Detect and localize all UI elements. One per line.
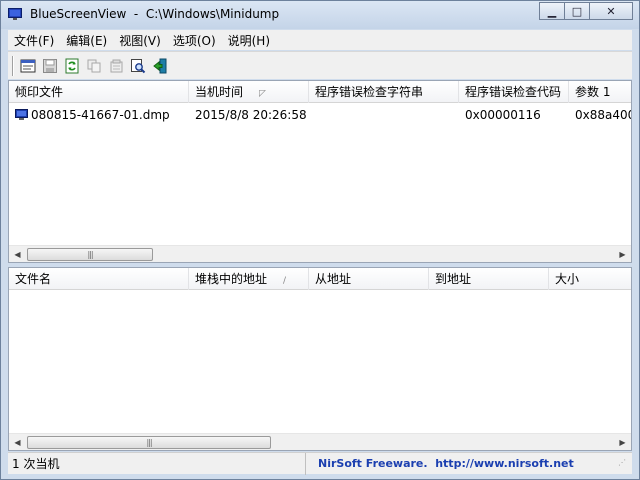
scroll-left-button[interactable]: ◀: [9, 434, 26, 450]
column-address-in-stack[interactable]: 堆栈中的地址 /: [189, 268, 309, 290]
toolbar: [8, 51, 632, 79]
html-report-button[interactable]: [17, 55, 39, 77]
properties-button[interactable]: [105, 55, 127, 77]
find-button[interactable]: [127, 55, 149, 77]
refresh-button[interactable]: [61, 55, 83, 77]
arrow-left-icon: ◀: [14, 438, 21, 447]
minimize-icon: ▁: [547, 4, 557, 18]
scrollbar-thumb[interactable]: |||: [27, 436, 271, 449]
properties-icon: [110, 59, 123, 72]
maximize-icon: □: [571, 4, 583, 18]
close-button[interactable]: ✕: [589, 2, 633, 20]
column-from-address[interactable]: 从地址: [309, 268, 429, 290]
crash-list-header: 倾印文件 当机时间 ◸ 程序错误检查字符串 程序错误检查代码 参数 1: [9, 81, 631, 103]
grip-icon: |||: [146, 438, 152, 447]
status-bar: 1 次当机 NirSoft Freeware. http://www.nirso…: [8, 452, 632, 475]
column-to-address[interactable]: 到地址: [429, 268, 549, 290]
table-row[interactable]: 080815-41667-01.dmp 2015/8/8 20:26:58 0x…: [9, 105, 631, 125]
exit-icon: [153, 58, 167, 73]
refresh-icon: [65, 58, 79, 73]
toolbar-grip: [12, 55, 14, 76]
exit-button[interactable]: [149, 55, 171, 77]
column-filename[interactable]: 文件名: [9, 268, 189, 290]
window-controls: ▁ □ ✕: [539, 2, 633, 20]
column-bug-check-string[interactable]: 程序错误检查字符串: [309, 81, 459, 103]
scroll-right-button[interactable]: ▶: [614, 434, 631, 450]
nirsoft-link[interactable]: NirSoft Freeware. http://www.nirsoft.net: [318, 453, 574, 475]
window-title: BlueScreenView - C:\Windows\Minidump: [30, 7, 280, 21]
scroll-left-button[interactable]: ◀: [9, 246, 26, 262]
column-dump-file[interactable]: 倾印文件: [9, 81, 189, 103]
menu-bar: 文件(F) 编辑(E) 视图(V) 选项(O) 说明(H): [8, 30, 632, 50]
title-bar[interactable]: BlueScreenView - C:\Windows\Minidump ▁ □…: [1, 1, 639, 29]
save-icon: [43, 58, 57, 73]
crash-list-pane[interactable]: 倾印文件 当机时间 ◸ 程序错误检查字符串 程序错误检查代码 参数 1 08081…: [8, 80, 632, 263]
html-report-icon: [20, 59, 36, 72]
column-parameter-1[interactable]: 参数 1: [569, 81, 631, 103]
cell-bug-check-code: 0x00000116: [465, 108, 541, 122]
bluescreen-app-icon: [8, 8, 22, 20]
dump-file-icon: [15, 109, 28, 120]
cell-crash-time: 2015/8/8 20:26:58: [195, 108, 307, 122]
arrow-right-icon: ▶: [619, 250, 626, 259]
scroll-right-button[interactable]: ▶: [614, 246, 631, 262]
copy-icon: [87, 59, 101, 72]
find-icon: [131, 58, 146, 73]
resize-grip-icon[interactable]: ⋰: [618, 459, 630, 472]
menu-file[interactable]: 文件(F): [8, 32, 60, 49]
crash-count-status: 1 次当机: [10, 453, 306, 475]
copy-button[interactable]: [83, 55, 105, 77]
driver-list-pane[interactable]: 文件名 堆栈中的地址 / 从地址 到地址 大小 ◀ ||| ▶: [8, 267, 632, 451]
sort-indicator-icon: /: [283, 276, 287, 286]
arrow-left-icon: ◀: [14, 250, 21, 259]
driver-list-horizontal-scrollbar[interactable]: ◀ ||| ▶: [9, 433, 631, 450]
maximize-button[interactable]: □: [564, 2, 590, 20]
grip-icon: |||: [87, 250, 93, 259]
cell-bug-check-string: [309, 105, 459, 125]
scrollbar-thumb[interactable]: |||: [27, 248, 153, 261]
sort-indicator-icon: ◸: [259, 89, 266, 99]
cell-parameter-1: 0x88a4000: [575, 108, 631, 122]
driver-list-header: 文件名 堆栈中的地址 / 从地址 到地址 大小: [9, 268, 631, 290]
column-bug-check-code[interactable]: 程序错误检查代码: [459, 81, 569, 103]
column-size[interactable]: 大小: [549, 268, 631, 290]
menu-options[interactable]: 选项(O): [167, 32, 222, 49]
menu-edit[interactable]: 编辑(E): [60, 32, 113, 49]
arrow-right-icon: ▶: [619, 438, 626, 447]
crash-list-horizontal-scrollbar[interactable]: ◀ ||| ▶: [9, 245, 631, 262]
menu-view[interactable]: 视图(V): [113, 32, 167, 49]
minimize-button[interactable]: ▁: [539, 2, 565, 20]
menu-help[interactable]: 说明(H): [222, 32, 276, 49]
save-button[interactable]: [39, 55, 61, 77]
close-icon: ✕: [606, 4, 616, 18]
cell-dump-file: 080815-41667-01.dmp: [9, 105, 189, 125]
app-window: BlueScreenView - C:\Windows\Minidump ▁ □…: [0, 0, 640, 480]
column-crash-time[interactable]: 当机时间 ◸: [189, 81, 309, 103]
